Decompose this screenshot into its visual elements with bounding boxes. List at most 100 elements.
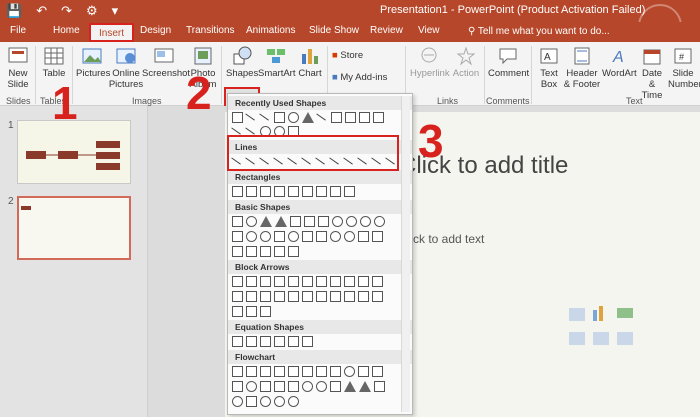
brace-shape[interactable] — [246, 246, 257, 257]
alternate-process-shape[interactable] — [246, 366, 257, 377]
data-shape[interactable] — [274, 366, 285, 377]
arrow-shape[interactable] — [330, 276, 341, 287]
tab-insert[interactable]: Insert — [89, 23, 135, 42]
arrow-shape[interactable] — [373, 112, 384, 123]
slide-thumbnail-1[interactable] — [17, 120, 131, 184]
rectangle-shape[interactable] — [330, 186, 341, 197]
delay-shape[interactable] — [246, 396, 257, 407]
arrow-shape[interactable] — [246, 306, 257, 317]
multidocument-shape[interactable] — [330, 366, 341, 377]
bracket-shape[interactable] — [232, 246, 243, 257]
bracket-shape[interactable] — [260, 246, 271, 257]
right-arrow-shape[interactable] — [232, 276, 243, 287]
plaque-shape[interactable] — [372, 231, 383, 242]
parallelogram-shape[interactable] — [290, 216, 301, 227]
hyperlink-button[interactable]: Hyperlink — [410, 46, 450, 79]
sun-shape[interactable] — [330, 231, 341, 242]
heart-shape[interactable] — [302, 231, 313, 242]
octagon-shape[interactable] — [374, 216, 385, 227]
cube-shape[interactable] — [274, 231, 285, 242]
punched-tape-shape[interactable] — [288, 381, 299, 392]
summing-junction-shape[interactable] — [302, 381, 313, 392]
textbox-shape[interactable] — [232, 216, 243, 227]
multiply-shape[interactable] — [260, 336, 271, 347]
brace-shape[interactable] — [274, 246, 285, 257]
oval-shape[interactable] — [246, 216, 257, 227]
pictures-button[interactable]: Pictures — [76, 46, 110, 79]
undo-icon[interactable]: ↶ — [36, 2, 47, 20]
tab-transitions[interactable]: Transitions — [186, 25, 235, 36]
stored-data-shape[interactable] — [232, 396, 243, 407]
rectangle-shape[interactable] — [288, 186, 299, 197]
line-shape[interactable] — [245, 123, 258, 135]
date-time-button[interactable]: Date & Time — [638, 46, 666, 101]
arrow-shape[interactable] — [358, 291, 369, 302]
store-button[interactable]: ■ Store — [332, 50, 392, 61]
sequential-storage-shape[interactable] — [260, 396, 271, 407]
connector-shape[interactable] — [246, 381, 257, 392]
arrow-shape[interactable] — [359, 112, 370, 123]
rectangle-shape[interactable] — [274, 112, 285, 123]
smartart-button[interactable]: SmartArt — [258, 46, 295, 79]
tab-file[interactable]: File — [10, 25, 26, 36]
tell-me-box[interactable]: ⚲ Tell me what you want to do... — [468, 26, 610, 37]
internal-storage-shape[interactable] — [302, 366, 313, 377]
extract-shape[interactable] — [359, 381, 371, 392]
left-right-arrow-shape[interactable] — [288, 276, 299, 287]
tab-review[interactable]: Review — [370, 25, 403, 36]
line-shape[interactable] — [316, 109, 329, 121]
process-shape[interactable] — [232, 366, 243, 377]
online-pictures-button[interactable]: Online Pictures — [108, 46, 144, 90]
chart-button[interactable]: Chart — [296, 46, 324, 79]
moon-shape[interactable] — [344, 231, 355, 242]
header-footer-button[interactable]: Header & Footer — [563, 46, 601, 90]
tab-slide-show[interactable]: Slide Show — [309, 25, 359, 36]
pentagon-shape[interactable] — [332, 216, 343, 227]
plus-shape[interactable] — [232, 336, 243, 347]
arrow-shape[interactable] — [372, 276, 383, 287]
cloud-shape[interactable] — [358, 231, 369, 242]
manual-input-shape[interactable] — [372, 366, 383, 377]
sort-shape[interactable] — [344, 381, 356, 392]
frame-shape[interactable] — [232, 231, 243, 242]
content-insert-icons[interactable] — [565, 302, 645, 357]
donut-shape[interactable] — [246, 231, 257, 242]
arrow-shape[interactable] — [232, 291, 243, 302]
up-down-arrow-shape[interactable] — [302, 276, 313, 287]
arrow-shape[interactable] — [331, 112, 342, 123]
off-page-connector-shape[interactable] — [260, 381, 271, 392]
my-addins-button[interactable]: ■ My Add-ins — [332, 72, 402, 83]
arrow-shape[interactable] — [330, 291, 341, 302]
wordart-button[interactable]: A WordArt — [602, 46, 637, 79]
pie-shape[interactable] — [260, 231, 271, 242]
collate-shape[interactable] — [330, 381, 341, 392]
arrow-shape[interactable] — [232, 306, 243, 317]
arrow-shape[interactable] — [344, 276, 355, 287]
up-arrow-shape[interactable] — [260, 276, 271, 287]
predefined-process-shape[interactable] — [288, 366, 299, 377]
rectangle-shape[interactable] — [232, 186, 243, 197]
arrow-shape[interactable] — [274, 291, 285, 302]
rectangle-shape[interactable] — [274, 186, 285, 197]
arrow-shape[interactable] — [344, 291, 355, 302]
arrow-shape[interactable] — [288, 291, 299, 302]
shapes-button[interactable]: Shapes — [226, 46, 258, 79]
new-slide-button[interactable]: New Slide — [4, 46, 32, 90]
arrow-shape[interactable] — [246, 291, 257, 302]
direct-storage-shape[interactable] — [288, 396, 299, 407]
heptagon-shape[interactable] — [360, 216, 371, 227]
save-icon[interactable]: 💾 — [6, 2, 22, 20]
left-arrow-shape[interactable] — [246, 276, 257, 287]
triangle-shape[interactable] — [302, 112, 314, 123]
down-arrow-shape[interactable] — [274, 276, 285, 287]
trapezoid-shape[interactable] — [304, 216, 315, 227]
not-equal-shape[interactable] — [302, 336, 313, 347]
magnetic-disk-shape[interactable] — [274, 396, 285, 407]
hexagon-shape[interactable] — [346, 216, 357, 227]
textbox-shape[interactable] — [232, 112, 243, 123]
arrow-shape[interactable] — [316, 291, 327, 302]
customize-icon[interactable]: ▾ — [112, 2, 119, 20]
tab-view[interactable]: View — [418, 25, 440, 36]
present-icon[interactable]: ⚙ — [86, 2, 98, 20]
rectangle-shape[interactable] — [316, 186, 327, 197]
